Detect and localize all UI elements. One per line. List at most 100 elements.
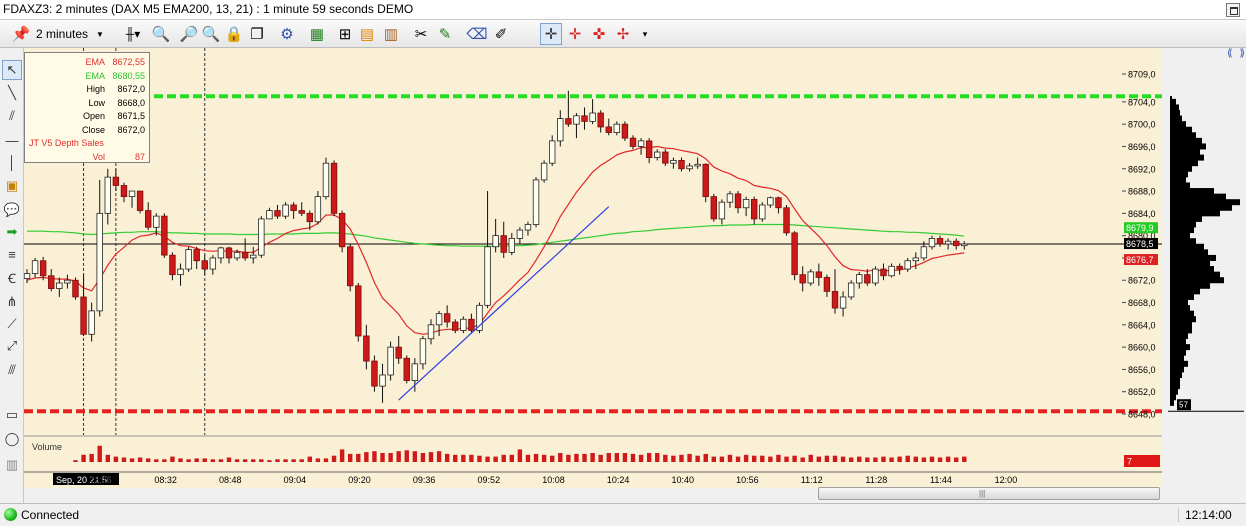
candle-body bbox=[492, 235, 499, 248]
volume-profile-bar bbox=[1170, 121, 1186, 128]
pencil-icon[interactable]: ✐ bbox=[490, 23, 512, 45]
gann-icon[interactable]: ⟋ bbox=[2, 314, 22, 334]
ray-icon[interactable]: ⤢ bbox=[2, 336, 22, 356]
volume-bar bbox=[291, 459, 296, 462]
candle bbox=[702, 163, 709, 203]
candle-body bbox=[888, 265, 895, 277]
zoom-in-icon[interactable]: 🔍 bbox=[150, 23, 172, 45]
price-tick-label: 8664,0 bbox=[1128, 320, 1156, 330]
color-bars-icon[interactable]: ▤ bbox=[356, 23, 378, 45]
candle-body bbox=[282, 204, 289, 217]
volume-icon[interactable]: ▥ bbox=[380, 23, 402, 45]
status-clock: 12:14:00 bbox=[1178, 508, 1232, 522]
fib-icon[interactable]: ≡ bbox=[2, 244, 22, 264]
candle-body bbox=[767, 197, 774, 206]
scroll-grip-icon: ||| bbox=[979, 489, 986, 498]
time-tick-label: 08:16 bbox=[90, 475, 113, 485]
volume-bar bbox=[550, 455, 555, 462]
volume-bar bbox=[275, 459, 280, 462]
candle-body bbox=[161, 215, 168, 256]
candle-body bbox=[678, 159, 685, 170]
stack-icon[interactable]: ▥ bbox=[2, 455, 22, 475]
text-icon[interactable]: Ꞓ bbox=[2, 268, 22, 288]
candle-body bbox=[581, 115, 588, 122]
red-crosshair-icon[interactable]: ✛ bbox=[564, 23, 586, 45]
pin-icon[interactable]: 📌 bbox=[10, 23, 32, 45]
red-target-icon[interactable]: ✜ bbox=[588, 23, 610, 45]
drawing-icon[interactable]: ✎ bbox=[434, 23, 456, 45]
candle-body bbox=[112, 176, 120, 186]
candle-body bbox=[807, 271, 814, 284]
zoom-out-icon[interactable]: 🔍 bbox=[200, 23, 222, 45]
hierarchy-icon[interactable]: ⊞ bbox=[334, 23, 356, 45]
candle bbox=[161, 213, 168, 258]
volume-bar bbox=[671, 455, 676, 462]
volume-bar bbox=[606, 453, 611, 462]
volume-profile-bar bbox=[1170, 165, 1192, 172]
candle bbox=[387, 341, 394, 381]
cut-icon[interactable]: ✂ bbox=[410, 23, 432, 45]
volume-bar bbox=[137, 457, 143, 462]
volume-profile-bar bbox=[1170, 126, 1192, 133]
pitchfork-icon[interactable]: ⋔ bbox=[2, 292, 22, 312]
rectangle-icon[interactable]: ▭ bbox=[2, 405, 22, 425]
volume-bar bbox=[590, 453, 595, 462]
maximize-button[interactable] bbox=[1226, 3, 1240, 17]
time-tick-label: 08:32 bbox=[154, 475, 177, 485]
crosshair-icon[interactable]: ✛ bbox=[540, 23, 562, 45]
eraser-icon[interactable]: ⌫ bbox=[466, 23, 488, 45]
price-chart[interactable]: Volume 7 8709,0 8704,0 8700,0 8696,0 8692,0 86… bbox=[23, 48, 1246, 503]
candle-body bbox=[241, 251, 249, 259]
candle bbox=[662, 149, 669, 166]
volume-profile-bar bbox=[1170, 160, 1198, 167]
copy-icon[interactable]: ❐ bbox=[246, 23, 268, 45]
arrow-icon[interactable]: ➡ bbox=[2, 222, 22, 242]
volume-bar bbox=[154, 459, 159, 462]
volume-bar bbox=[800, 457, 805, 462]
data-window-label: EMA bbox=[85, 70, 105, 81]
circle-icon[interactable]: ◯ bbox=[2, 429, 22, 449]
candle-body bbox=[791, 232, 798, 276]
volume-bar bbox=[477, 455, 482, 462]
collapse-icon[interactable]: ⟪ bbox=[1227, 48, 1233, 59]
volume-bar bbox=[929, 456, 935, 462]
candle-body bbox=[435, 313, 443, 326]
volume-bar bbox=[251, 459, 256, 462]
candle-body bbox=[145, 210, 152, 228]
volume-bar bbox=[784, 456, 789, 462]
time-tick-label: 11:44 bbox=[930, 475, 952, 485]
candle bbox=[759, 202, 766, 222]
cursor-icon[interactable]: ↖ bbox=[2, 60, 22, 80]
volume-bar bbox=[582, 453, 587, 462]
volume-bar bbox=[646, 453, 652, 462]
volume-bar bbox=[735, 456, 741, 462]
line-icon[interactable]: ╲ bbox=[2, 83, 22, 103]
candle-body bbox=[250, 254, 257, 259]
channel-icon[interactable]: ⫽ bbox=[2, 106, 22, 126]
candle-body bbox=[718, 201, 726, 220]
chart-style-icon[interactable]: ▦ bbox=[306, 23, 328, 45]
lock-icon[interactable]: 🔒 bbox=[223, 23, 245, 45]
vertical-line-icon[interactable]: │ bbox=[2, 152, 22, 172]
volume-profile-bar bbox=[1170, 143, 1206, 150]
candle-body bbox=[88, 310, 95, 335]
candle-body bbox=[201, 260, 208, 270]
ray2-icon[interactable]: ⫻ bbox=[2, 360, 22, 380]
horizontal-scrollbar[interactable]: ||| bbox=[818, 487, 1160, 500]
expand-icon[interactable]: ⟫ bbox=[1239, 48, 1245, 59]
more-icon[interactable]: ▾ bbox=[634, 23, 656, 45]
volume-profile-bar bbox=[1170, 149, 1200, 156]
bar-type-icon[interactable]: ╫▾ bbox=[122, 23, 144, 45]
horizontal-line-icon[interactable]: — bbox=[2, 130, 22, 150]
chart-area[interactable]: Volume 7 8709,0 8704,0 8700,0 8696,0 8692,0 86… bbox=[23, 48, 1246, 503]
ellipse-chat-icon[interactable]: 💬 bbox=[2, 200, 22, 220]
notes-icon[interactable]: ▣ bbox=[2, 176, 22, 196]
candle-body bbox=[557, 118, 564, 142]
red-marker-icon[interactable]: ✢ bbox=[612, 23, 634, 45]
zoom-in-alt-icon[interactable]: 🔎 bbox=[178, 23, 200, 45]
candle-body bbox=[233, 251, 241, 259]
volume-profile-bar bbox=[1170, 227, 1194, 234]
properties-icon[interactable]: ⚙ bbox=[276, 23, 298, 45]
period-selector[interactable]: 2 minutes ▼ bbox=[36, 24, 120, 44]
volume-bar bbox=[436, 451, 442, 462]
